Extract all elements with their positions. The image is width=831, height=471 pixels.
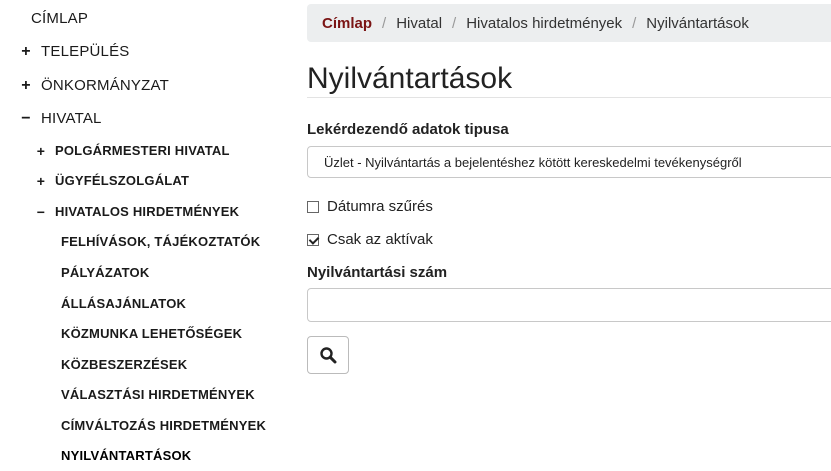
- breadcrumb-home-link[interactable]: Címlap: [322, 15, 372, 32]
- sidebar-item-label: VÁLASZTÁSI HIRDETMÉNYEK: [61, 387, 255, 402]
- active-only-label: Csak az aktívak: [327, 231, 433, 248]
- search-icon: [320, 347, 337, 364]
- sidebar-item-kozmunka[interactable]: KÖZMUNKA LEHETŐSÉGEK: [61, 326, 242, 341]
- reg-number-label: Nyilvántartási szám: [307, 264, 448, 281]
- sidebar-item-label: FELHÍVÁSOK, TÁJÉKOZTATÓK: [61, 234, 261, 249]
- sidebar-item-label: ÁLLÁSAJÁNLATOK: [61, 296, 187, 311]
- type-select[interactable]: Üzlet - Nyilvántartás a bejelentéshez kö…: [307, 146, 831, 178]
- sidebar-item-cimvaltozas[interactable]: CÍMVÁLTOZÁS HIRDETMÉNYEK: [61, 418, 266, 433]
- search-button[interactable]: [307, 336, 349, 374]
- sidebar-item-telepules[interactable]: + TELEPÜLÉS: [20, 43, 130, 60]
- sidebar-item-valasztasi[interactable]: VÁLASZTÁSI HIRDETMÉNYEK: [61, 387, 255, 402]
- sidebar-item-palyazatok[interactable]: PÁLYÁZATOK: [61, 265, 149, 280]
- sidebar-item-onkormanyzat[interactable]: + ÖNKORMÁNYZAT: [20, 77, 169, 94]
- breadcrumb-hivatal-link[interactable]: Hivatal: [396, 15, 442, 32]
- sidebar-item-kozbeszerzesek[interactable]: KÖZBESZERZÉSEK: [61, 357, 187, 372]
- sidebar-item-label: CÍMLAP: [31, 10, 89, 27]
- date-filter-checkbox[interactable]: [307, 200, 319, 213]
- sidebar-item-polgarmesteri-hivatal[interactable]: + POLGÁRMESTERI HIVATAL: [35, 143, 230, 158]
- sidebar-item-felhivasok[interactable]: FELHÍVÁSOK, TÁJÉKOZTATÓK: [61, 234, 260, 249]
- type-select-value: Üzlet - Nyilvántartás a bejelentéshez kö…: [324, 154, 742, 170]
- sidebar-item-label: KÖZBESZERZÉSEK: [61, 357, 188, 372]
- date-filter-row[interactable]: Dátumra szűrés: [307, 198, 433, 215]
- sidebar-item-label: HIVATALOS HIRDETMÉNYEK: [55, 204, 240, 219]
- sidebar-item-label: ÖNKORMÁNYZAT: [41, 77, 169, 94]
- sidebar-item-label: NYILVÁNTARTÁSOK: [61, 448, 192, 463]
- breadcrumb-separator: /: [382, 14, 387, 32]
- plus-icon[interactable]: +: [35, 144, 47, 158]
- breadcrumb-hirdetmenyek-link[interactable]: Hivatalos hirdetmények: [466, 15, 622, 32]
- sidebar-item-label: TELEPÜLÉS: [41, 43, 130, 60]
- breadcrumb-separator: /: [632, 14, 637, 32]
- sidebar-item-label: HIVATAL: [41, 110, 102, 127]
- active-only-checkbox[interactable]: [307, 233, 319, 246]
- breadcrumb-separator: /: [452, 14, 457, 32]
- title-divider: [307, 97, 831, 98]
- sidebar-item-hivatal[interactable]: − HIVATAL: [20, 110, 102, 127]
- plus-icon[interactable]: +: [35, 174, 47, 188]
- sidebar-item-label: POLGÁRMESTERI HIVATAL: [55, 143, 230, 158]
- sidebar-item-nyilvantartasok[interactable]: NYILVÁNTARTÁSOK: [61, 448, 191, 463]
- reg-number-input[interactable]: [307, 288, 831, 322]
- sidebar-item-label: ÜGYFÉLSZOLGÁLAT: [55, 173, 190, 188]
- breadcrumb-current: Nyilvántartások: [646, 14, 749, 32]
- main-content: Címlap / Hivatal / Hivatalos hirdetménye…: [307, 0, 831, 471]
- sidebar-item-cimlap[interactable]: CÍMLAP: [31, 10, 88, 27]
- page-title: Nyilvántartások: [307, 62, 513, 95]
- type-label: Lekérdezendő adatok tipusa: [307, 121, 509, 138]
- date-filter-label: Dátumra szűrés: [327, 198, 433, 215]
- minus-icon[interactable]: −: [20, 110, 32, 127]
- sidebar-item-hivatalos-hirdetmenyek[interactable]: − HIVATALOS HIRDETMÉNYEK: [35, 204, 239, 219]
- minus-icon[interactable]: −: [35, 205, 47, 219]
- active-only-row[interactable]: Csak az aktívak: [307, 231, 433, 248]
- sidebar-item-label: PÁLYÁZATOK: [61, 265, 150, 280]
- plus-icon[interactable]: +: [20, 43, 32, 60]
- plus-icon[interactable]: +: [20, 77, 32, 94]
- sidebar-item-ugyfelszolgalat[interactable]: + ÜGYFÉLSZOLGÁLAT: [35, 173, 189, 188]
- sidebar-item-label: KÖZMUNKA LEHETŐSÉGEK: [61, 326, 243, 341]
- sidebar-item-label: CÍMVÁLTOZÁS HIRDETMÉNYEK: [61, 418, 267, 433]
- sidebar: CÍMLAP + TELEPÜLÉS + ÖNKORMÁNYZAT − HIVA…: [0, 0, 293, 471]
- breadcrumb: Címlap / Hivatal / Hivatalos hirdetménye…: [307, 4, 831, 42]
- sidebar-item-allasajanlatok[interactable]: ÁLLÁSAJÁNLATOK: [61, 296, 186, 311]
